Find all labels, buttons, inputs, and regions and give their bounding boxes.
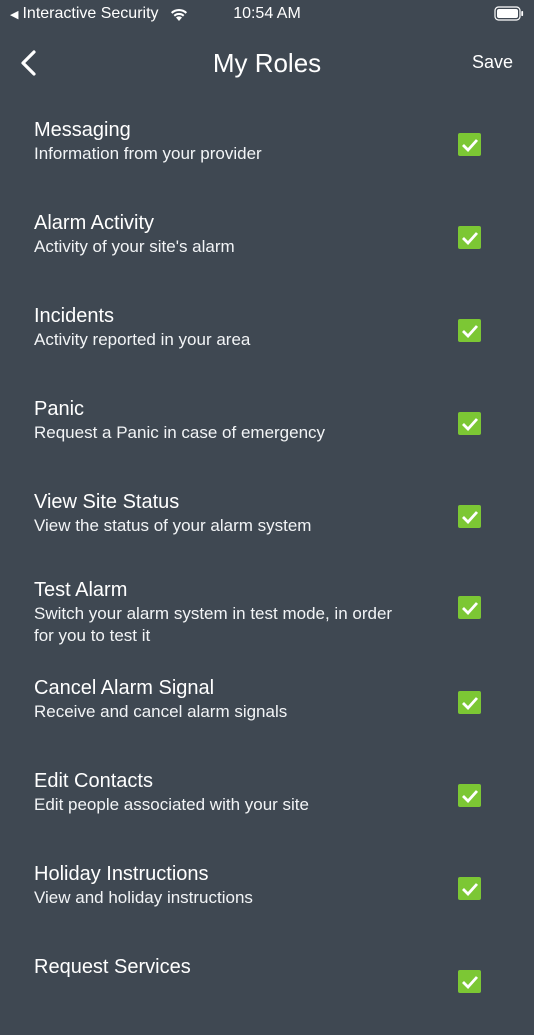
checkmark-icon [461,882,478,896]
role-title: Edit Contacts [34,770,153,792]
checkmark-icon [461,138,478,152]
role-text: Messaging Information from your provider [34,117,414,165]
role-checkbox-request-services[interactable] [458,970,481,993]
role-description: View the status of your alarm system [34,516,312,535]
role-row-test-alarm: Test Alarm Switch your alarm system in t… [0,570,534,663]
role-row-request-services: Request Services [0,942,534,1035]
role-text: Alarm Activity Activity of your site's a… [34,210,414,258]
battery-icon [494,6,524,21]
checkmark-icon [461,324,478,338]
role-text: Incidents Activity reported in your area [34,303,414,351]
role-description: Activity of your site's alarm [34,237,235,256]
role-text: Cancel Alarm Signal Receive and cancel a… [34,675,414,723]
role-text: Holiday Instructions View and holiday in… [34,861,414,909]
role-text: Test Alarm Switch your alarm system in t… [34,577,414,647]
role-title: Request Services [34,956,191,978]
checkmark-icon [461,789,478,803]
checkmark-icon [461,696,478,710]
role-title: Panic [34,398,85,420]
page-title: My Roles [212,48,322,78]
role-text: Request Services [34,954,414,980]
nav-bar: My Roles Save [0,40,534,86]
role-checkbox-alarm-activity[interactable] [458,226,481,249]
save-button[interactable]: Save [472,52,513,73]
roles-list: Messaging Information from your provider… [0,105,534,1035]
role-checkbox-holiday-instructions[interactable] [458,877,481,900]
role-description: Request a Panic in case of emergency [34,423,326,442]
role-text: View Site Status View the status of your… [34,489,414,537]
checkmark-icon [461,601,478,615]
checkmark-icon [461,231,478,245]
role-row-messaging: Messaging Information from your provider [0,105,534,198]
role-checkbox-panic[interactable] [458,412,481,435]
role-description: View and holiday instructions [34,888,253,907]
role-checkbox-test-alarm[interactable] [458,596,481,619]
role-description: Information from your provider [34,144,262,163]
role-row-edit-contacts: Edit Contacts Edit people associated wit… [0,756,534,849]
role-row-incidents: Incidents Activity reported in your area [0,291,534,384]
role-title: Alarm Activity [34,212,155,234]
role-description: Activity reported in your area [34,330,251,349]
role-description: Edit people associated with your site [34,795,309,814]
role-row-holiday-instructions: Holiday Instructions View and holiday in… [0,849,534,942]
role-text: Edit Contacts Edit people associated wit… [34,768,414,816]
role-description: Receive and cancel alarm signals [34,702,288,721]
role-title: Incidents [34,305,115,327]
role-title: Test Alarm [34,579,128,601]
role-row-view-site-status: View Site Status View the status of your… [0,477,534,570]
role-row-cancel-alarm-signal: Cancel Alarm Signal Receive and cancel a… [0,663,534,756]
checkmark-icon [461,975,478,989]
status-bar: ◀ Interactive Security 10:54 AM [0,0,534,28]
role-title: View Site Status [34,491,180,513]
role-checkbox-incidents[interactable] [458,319,481,342]
role-row-alarm-activity: Alarm Activity Activity of your site's a… [0,198,534,291]
role-checkbox-messaging[interactable] [458,133,481,156]
role-text: Panic Request a Panic in case of emergen… [34,396,414,444]
role-checkbox-view-site-status[interactable] [458,505,481,528]
role-title: Cancel Alarm Signal [34,677,215,699]
status-time: 10:54 AM [233,5,301,22]
role-title: Holiday Instructions [34,863,209,885]
role-description: Switch your alarm system in test mode, i… [34,604,393,645]
checkmark-icon [461,417,478,431]
checkmark-icon [461,510,478,524]
role-row-panic: Panic Request a Panic in case of emergen… [0,384,534,477]
role-title: Messaging [34,119,131,141]
role-checkbox-edit-contacts[interactable] [458,784,481,807]
role-checkbox-cancel-alarm-signal[interactable] [458,691,481,714]
